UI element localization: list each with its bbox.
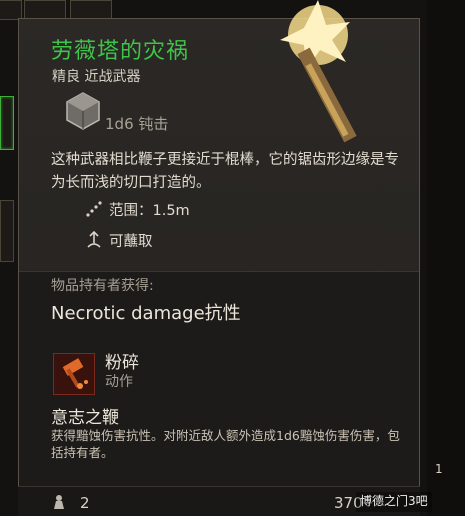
item-name: 劳薇塔的灾祸 [51, 39, 190, 64]
item-weight: 2 [80, 494, 90, 512]
owner-gains-effect: Necrotic damage抗性 [51, 303, 241, 324]
action-type: 动作 [105, 374, 133, 390]
item-rarity-type: 精良 近战武器 [52, 69, 141, 85]
watermark: 博德之门3吧 [356, 492, 432, 512]
inventory-side-panel [427, 0, 465, 516]
shatter-action-icon[interactable] [53, 353, 95, 395]
range-icon [86, 201, 102, 217]
hammer-icon [62, 358, 88, 389]
property-label: 可蘸取 [109, 234, 153, 250]
inventory-slot[interactable] [70, 0, 112, 20]
inventory-slot-selected[interactable] [0, 96, 14, 150]
property-range: 范围：1.5m [86, 199, 190, 220]
side-count: 1 [435, 462, 443, 476]
inventory-slot[interactable] [0, 200, 14, 262]
damage-dice: 1d6 钝击 [105, 115, 169, 133]
passive-description: 获得黯蚀伤害抗性。对附近敌人额外造成1d6黯蚀伤害伤害，包括持有者。 [51, 428, 400, 460]
inventory-slot[interactable] [24, 0, 66, 20]
action-name: 粉碎 [105, 353, 139, 373]
bludgeoning-die-icon [66, 92, 100, 130]
owner-gains-heading: 物品持有者获得: [51, 278, 154, 294]
dippable-icon [87, 231, 101, 248]
inventory-slot[interactable] [0, 0, 22, 20]
item-description: 这种武器相比鞭子更接近于棍棒，它的锯齿形边缘是专为长而浅的切口打造的。 [51, 152, 399, 191]
property-label: 范围：1.5m [109, 203, 190, 219]
property-dippable: 可蘸取 [87, 230, 153, 251]
passive-name: 意志之鞭 [51, 408, 119, 428]
weight-icon [54, 495, 64, 509]
weapon-icon [280, 0, 357, 143]
